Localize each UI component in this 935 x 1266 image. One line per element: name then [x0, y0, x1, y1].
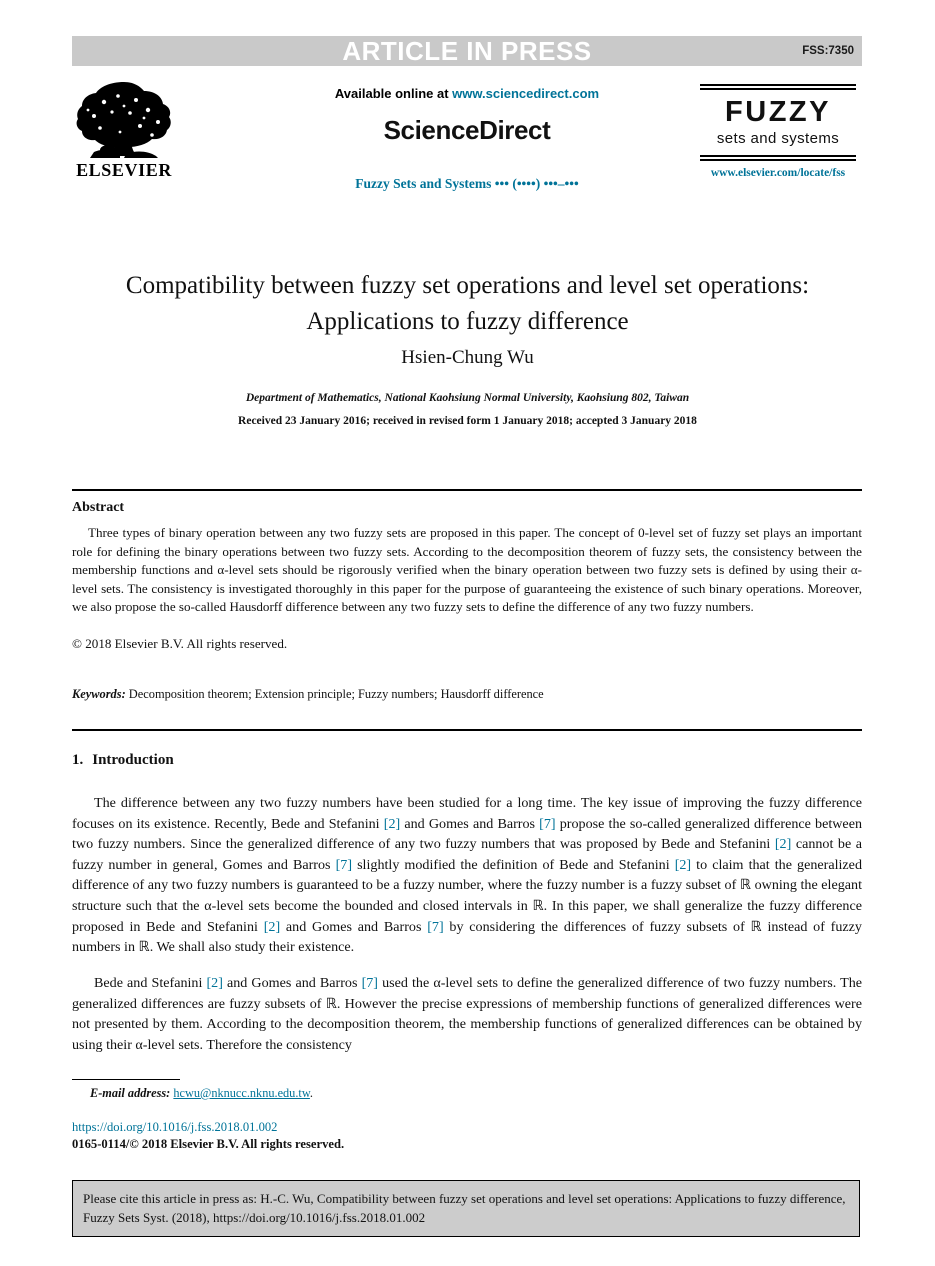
p1-t12: and Gomes and Barros [280, 918, 428, 935]
abstract-copyright: © 2018 Elsevier B.V. All rights reserved… [72, 636, 288, 651]
keywords-bottom-rule [72, 729, 862, 731]
citation-ref[interactable]: [7] [427, 919, 443, 935]
abstract-body: Three types of binary operation between … [72, 525, 862, 615]
fuzzy-logo-title: FUZZY [725, 96, 831, 128]
article-history: Received 23 January 2016; received in re… [238, 415, 697, 427]
cite-this-article-box: Please cite this article in press as: H.… [72, 1180, 860, 1237]
author-name: Hsien-Chung Wu [401, 347, 534, 368]
journal-masthead: ELSEVIER Available online at www.science… [72, 78, 862, 213]
sciencedirect-wordmark: ScienceDirect [383, 115, 551, 145]
citation-ref[interactable]: [2] [206, 975, 222, 991]
citation-ref[interactable]: [7] [336, 857, 352, 873]
intro-paragraph-1: The difference between any two fuzzy num… [72, 793, 862, 958]
p2-t0: Bede and Stefanini [94, 975, 207, 991]
section-title: Introduction [92, 752, 174, 768]
available-online-prefix: Available online at [334, 86, 453, 101]
abstract-top-rule [72, 489, 862, 491]
p1-t8: slightly modified the definition of Bede… [352, 856, 675, 873]
fuzzy-sets-and-systems-logo: FUZZY sets and systems www.elsevier.com/… [700, 84, 856, 179]
email-address-link[interactable]: hcwu@nknucc.nknu.edu.tw [173, 1086, 310, 1100]
p1-t2: and Gomes and Barros [400, 815, 540, 832]
intro-paragraph-2: Bede and Stefanini [2] and Gomes and Bar… [72, 973, 862, 1055]
email-footnote: E-mail address: hcwu@nknucc.nknu.edu.tw. [72, 1086, 572, 1101]
author-affiliation: Department of Mathematics, National Kaoh… [245, 392, 690, 404]
logo-bottom-rule [700, 155, 856, 161]
keywords-label: Keywords: [72, 687, 126, 701]
doi-link[interactable]: https://doi.org/10.1016/j.fss.2018.01.00… [72, 1120, 277, 1135]
journal-reference-line: Fuzzy Sets and Systems ••• (••••) •••–••… [355, 176, 579, 191]
email-label: E-mail address: [90, 1086, 171, 1100]
p2-t2: and Gomes and Barros [222, 975, 362, 991]
keywords-value: Decomposition theorem; Extension princip… [125, 687, 544, 701]
elsevier-tree-icon [76, 82, 171, 158]
email-suffix: . [309, 1086, 313, 1100]
elsevier-logo: ELSEVIER [72, 80, 176, 185]
citation-ref[interactable]: [7] [539, 816, 555, 832]
citation-ref[interactable]: [2] [384, 816, 400, 832]
issn-copyright-line: 0165-0114/© 2018 Elsevier B.V. All right… [72, 1137, 345, 1151]
keywords-line: Keywords: Decomposition theorem; Extensi… [72, 687, 862, 702]
fuzzy-logo-subtitle: sets and systems [716, 130, 840, 147]
available-online-line: Available online at www.sciencedirect.co… [212, 86, 722, 101]
citation-ref[interactable]: [2] [264, 919, 280, 935]
title-line-1: Compatibility between fuzzy set operatio… [125, 272, 810, 299]
citation-ref[interactable]: [7] [362, 975, 378, 991]
footnote-rule [72, 1079, 180, 1080]
logo-top-rule [700, 84, 856, 90]
abstract-heading: Abstract [72, 500, 125, 515]
sciencedirect-url-link[interactable]: www.sciencedirect.com [452, 86, 599, 101]
article-first-page: ARTICLE IN PRESS FSS:7350 ELSEVIER Avail… [0, 0, 935, 1266]
article-in-press-banner: ARTICLE IN PRESS FSS:7350 [72, 36, 862, 66]
section-heading-introduction: 1. Introduction [72, 752, 174, 769]
title-line-2: Applications to fuzzy difference [306, 308, 629, 335]
elsevier-locate-url-link[interactable]: www.elsevier.com/locate/fss [700, 167, 856, 179]
citation-ref[interactable]: [2] [775, 836, 791, 852]
page-title: Compatibility between fuzzy set operatio… [90, 268, 845, 340]
article-in-press-label: ARTICLE IN PRESS [342, 36, 592, 66]
section-number: 1. [72, 752, 84, 768]
citation-ref[interactable]: [2] [675, 857, 691, 873]
elsevier-wordmark: ELSEVIER [76, 160, 172, 180]
manuscript-code: FSS:7350 [802, 45, 854, 57]
